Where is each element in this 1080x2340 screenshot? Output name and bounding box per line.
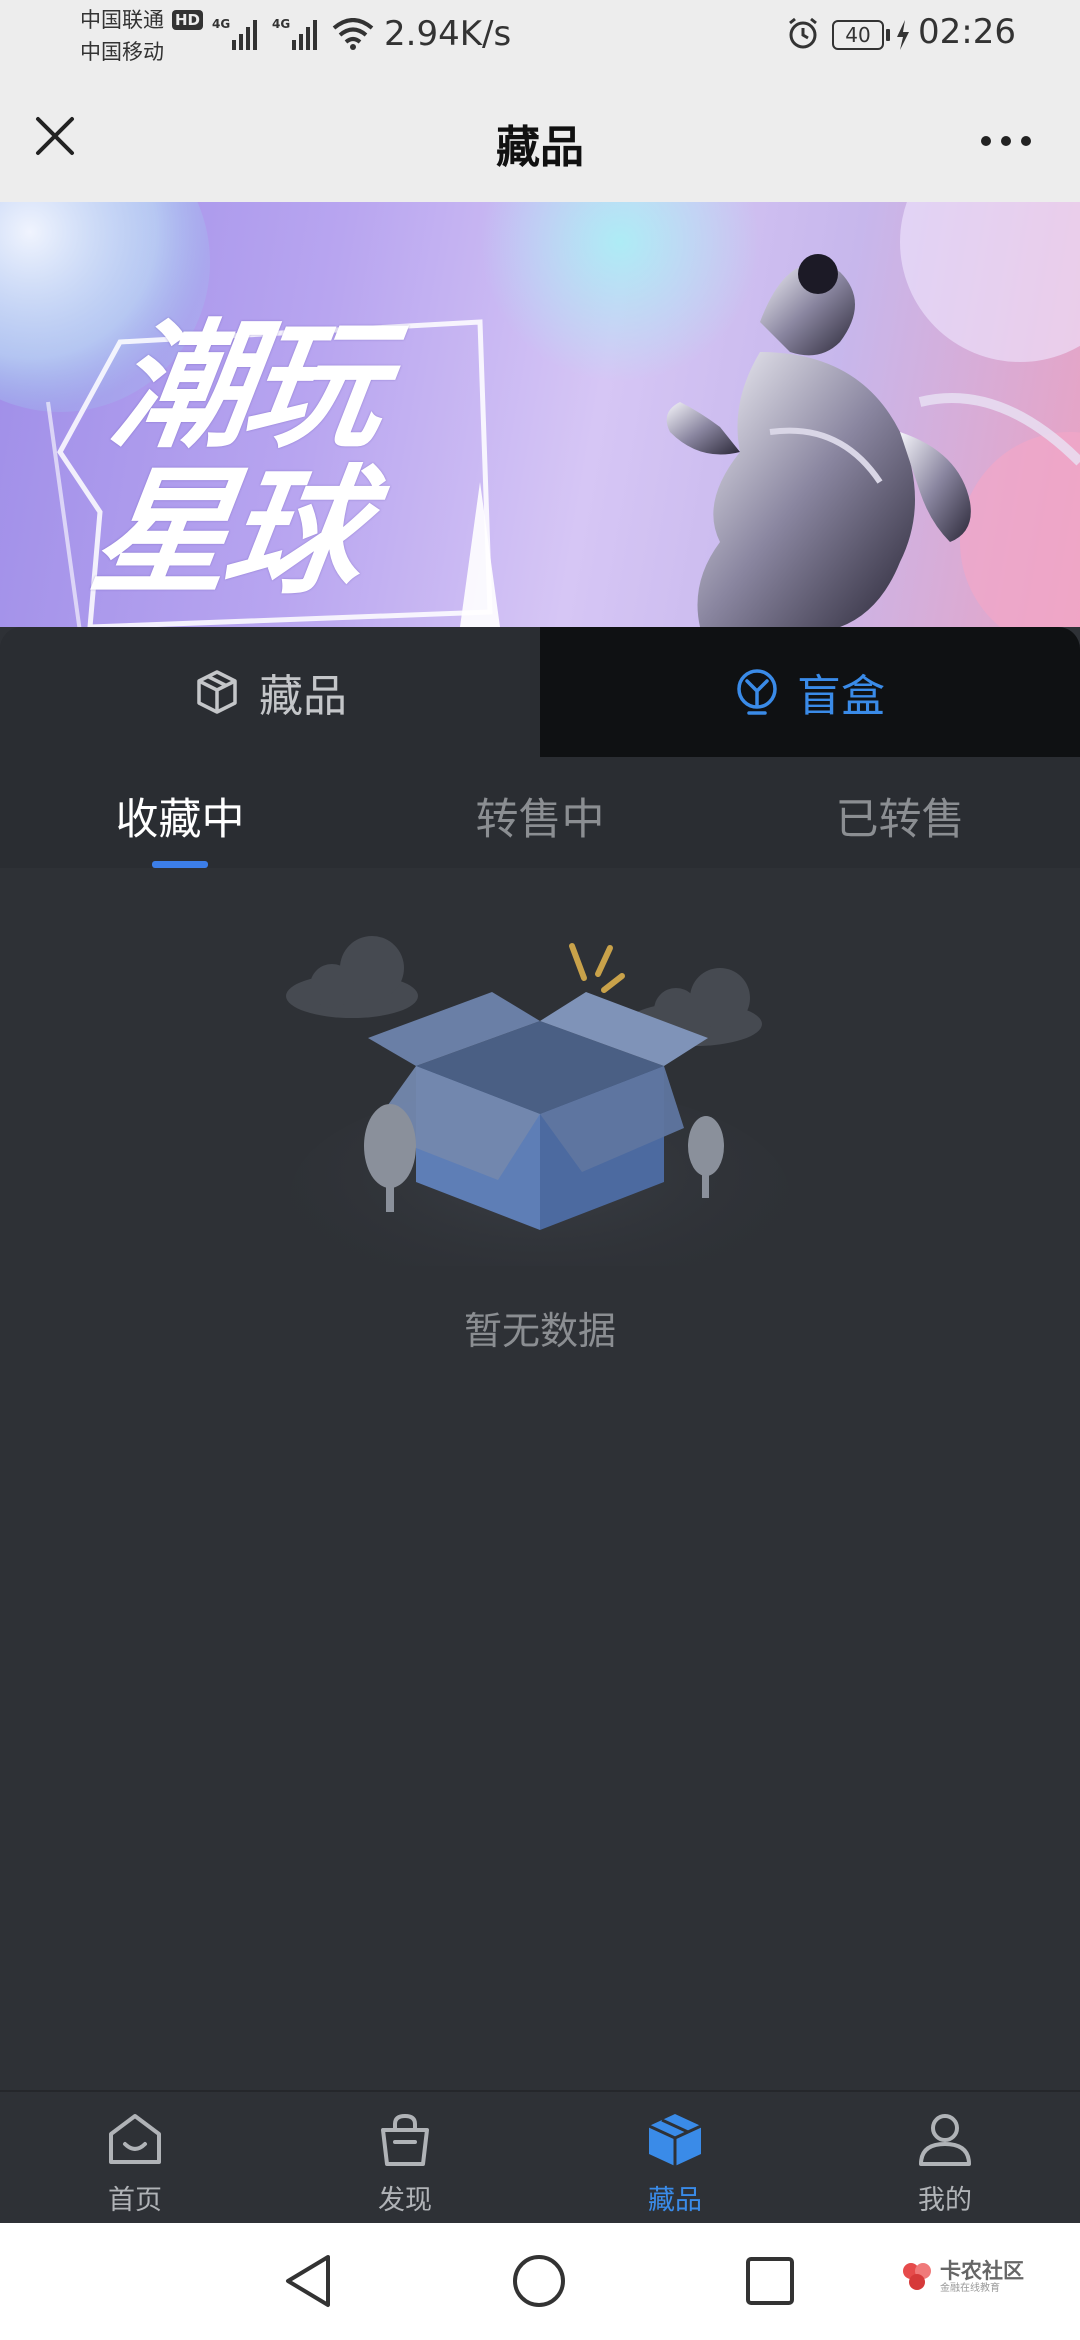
tab-blind-box-label: 盲盒 (797, 671, 885, 722)
nav-item-collection[interactable]: 藏品 (540, 2092, 810, 2223)
page-title: 藏品 (496, 122, 584, 173)
system-nav-bar: 卡农社区 金融在线教育 (0, 2223, 1080, 2340)
bottom-nav: 首页 发现 藏品 我的 (0, 2090, 1080, 2223)
signal-icon: 4G (212, 17, 257, 50)
battery-indicator: 40 (832, 20, 884, 50)
carrier-2: 中国移动 (80, 40, 164, 64)
watermark-title: 卡农社区 (940, 2259, 1024, 2283)
nav-item-mine[interactable]: 我的 (810, 2092, 1080, 2223)
charging-icon (897, 20, 909, 50)
tab-collections[interactable]: 藏品 (0, 627, 540, 757)
wifi-icon (332, 18, 374, 50)
nav-label-collection: 藏品 (648, 2185, 702, 2216)
watermark-logo-icon (903, 2263, 931, 2290)
home-icon (109, 2114, 161, 2164)
blind-box-icon (737, 669, 777, 715)
tab-reselling[interactable]: 转售中 (360, 757, 720, 868)
more-button[interactable] (966, 111, 1046, 171)
empty-box-illustration (286, 936, 790, 1266)
net-type-1: 4G (212, 17, 230, 31)
nav-item-home[interactable]: 首页 (0, 2092, 270, 2223)
home-circle-icon[interactable] (511, 2253, 567, 2309)
tab-collecting[interactable]: 收藏中 (0, 757, 360, 868)
user-icon (919, 2114, 971, 2166)
cube-icon (197, 670, 237, 714)
nav-label-home: 首页 (108, 2185, 162, 2216)
title-bar: 藏品 (0, 75, 1080, 202)
net-speed: 2.94K/s (384, 14, 512, 54)
banner[interactable]: 潮玩 星球 (0, 202, 1080, 627)
watermark-subtitle: 金融在线教育 (940, 2283, 1000, 2294)
more-icon (981, 136, 1031, 146)
banner-title-line-1: 潮玩 (103, 306, 390, 467)
nav-label-discover: 发现 (378, 2185, 432, 2216)
banner-title: 潮玩 星球 (82, 306, 484, 613)
battery-tip (886, 29, 890, 41)
back-icon[interactable] (282, 2253, 334, 2309)
nav-label-mine: 我的 (918, 2185, 972, 2216)
net-type-2: 4G (272, 17, 290, 31)
nav-item-discover[interactable]: 发现 (270, 2092, 540, 2223)
recent-apps-icon[interactable] (745, 2256, 795, 2306)
collection-list: 暂无数据 (0, 868, 1080, 2090)
carrier-1: 中国联通 (80, 8, 164, 32)
active-tab-indicator (152, 861, 208, 868)
clock: 02:26 (918, 12, 1016, 52)
signal-icon: 4G (272, 17, 317, 50)
watermark: 卡农社区 金融在线教育 (900, 2259, 1024, 2295)
empty-state-text: 暂无数据 (463, 1309, 616, 1353)
tab-collections-label: 藏品 (259, 671, 347, 722)
hd-badge: HD (172, 10, 204, 30)
alarm-icon (789, 17, 817, 49)
collection-box-icon (648, 2114, 702, 2166)
category-tabs: 藏品 盲盒 (0, 627, 1080, 757)
sub-tabs: 收藏中 转售中 已转售 (0, 757, 1080, 868)
banner-title-line-2: 星球 (82, 452, 370, 613)
bag-icon (381, 2113, 429, 2166)
tab-blind-box[interactable]: 盲盒 (540, 627, 1080, 757)
status-bar: 中国联通 中国移动 HD 4G 4G 2.94K/s 40 02:26 (0, 0, 1080, 75)
tab-resold[interactable]: 已转售 (720, 757, 1080, 868)
